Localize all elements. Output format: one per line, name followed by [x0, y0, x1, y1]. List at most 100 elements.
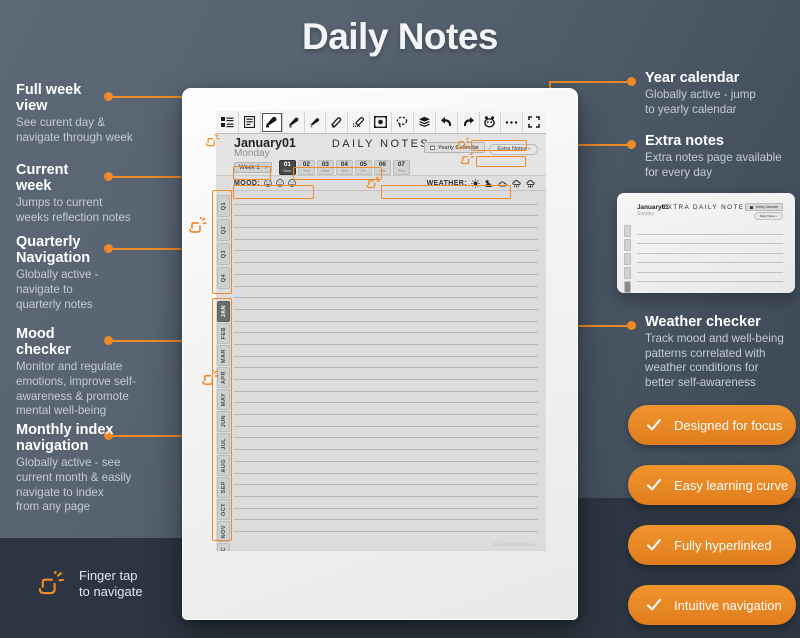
note-line[interactable]: [234, 380, 538, 392]
week-day-05[interactable]: 05 Fri: [354, 160, 372, 175]
feature-pill-designed-for-focus[interactable]: Designed for focus: [628, 405, 796, 445]
note-line[interactable]: [234, 322, 538, 334]
weather-group[interactable]: WEATHER:: [427, 178, 536, 188]
note-lines[interactable]: [234, 193, 538, 535]
mood-group[interactable]: MOOD:: [234, 179, 296, 187]
preview-tab-jan[interactable]: [624, 281, 631, 293]
week-next-icon[interactable]: ›: [265, 164, 267, 171]
quarter-tab-q2[interactable]: Q2: [217, 219, 230, 241]
month-tab-jul[interactable]: JUL: [217, 433, 230, 454]
note-line[interactable]: [234, 205, 538, 217]
note-line[interactable]: [234, 462, 538, 474]
week-day-01[interactable]: 01 Mon: [278, 160, 296, 175]
note-line[interactable]: [234, 415, 538, 427]
redo-icon[interactable]: [458, 111, 480, 133]
note-line[interactable]: [234, 403, 538, 416]
lasso-icon[interactable]: [392, 111, 414, 133]
eraser-icon[interactable]: [326, 111, 349, 133]
check-icon: [646, 598, 662, 611]
month-tab-mar[interactable]: MAR: [217, 345, 230, 366]
face-happy-icon[interactable]: [264, 179, 272, 187]
feature-pill-intuitive-navigation[interactable]: Intuitive navigation: [628, 585, 796, 625]
month-tab-oct[interactable]: OCT: [217, 499, 230, 520]
note-line[interactable]: [234, 438, 538, 451]
undo-icon[interactable]: [436, 111, 458, 133]
quarter-tabs[interactable]: Q1 Q2 Q3 Q4: [217, 195, 230, 289]
note-line[interactable]: [234, 485, 538, 497]
quarter-tab-q1[interactable]: Q1: [217, 195, 230, 217]
note-line[interactable]: [234, 497, 538, 509]
preview-tab-q3[interactable]: [624, 253, 631, 265]
week-chip[interactable]: Week 1 ›: [234, 161, 272, 173]
feature-pill-fully-hyperlinked[interactable]: Fully hyperlinked: [628, 525, 796, 565]
note-line[interactable]: [234, 263, 538, 275]
face-sad-icon[interactable]: [288, 179, 296, 187]
week-day-03[interactable]: 03 Wed: [316, 160, 334, 175]
month-tab-nov[interactable]: NOV: [217, 521, 230, 542]
select-frame-icon[interactable]: [370, 111, 392, 133]
layout-list-icon[interactable]: [217, 111, 239, 133]
note-line[interactable]: [234, 520, 538, 532]
preview-extra-notes-button[interactable]: Daily Notes ›: [753, 212, 783, 220]
month-tab-dec[interactable]: DEC: [217, 543, 230, 551]
month-tab-aug[interactable]: AUG: [217, 455, 230, 476]
drawing-toolbar[interactable]: [216, 111, 546, 134]
note-line[interactable]: [234, 333, 538, 345]
week-day-02[interactable]: 02 Tue: [297, 160, 315, 175]
week-day-07[interactable]: 07 Sun: [392, 160, 410, 175]
week-days-strip[interactable]: 01 Mon 02 Tue 03 Wed 04 Thu 05 Fri 06 Sat 07 Sun: [278, 160, 410, 175]
note-line[interactable]: [234, 509, 538, 521]
quarter-tab-q4[interactable]: Q4: [217, 267, 230, 289]
month-tab-feb[interactable]: FEB: [217, 323, 230, 344]
note-line[interactable]: [234, 357, 538, 369]
month-tab-sep[interactable]: SEP: [217, 477, 230, 498]
note-line[interactable]: [234, 450, 538, 462]
month-tab-jun[interactable]: JUN: [217, 411, 230, 432]
preview-yearly-calendar-button[interactable]: Yearly Calendar: [745, 203, 783, 211]
notes-body[interactable]: DailyNotesPlanner: [216, 191, 546, 549]
note-line[interactable]: [234, 474, 538, 486]
note-line[interactable]: [234, 275, 538, 287]
note-line[interactable]: [234, 287, 538, 299]
note-line[interactable]: [234, 251, 538, 264]
preview-tab-q2[interactable]: [624, 239, 631, 251]
pen-thin-icon[interactable]: [305, 111, 327, 133]
text-lines-icon[interactable]: [239, 111, 261, 133]
sun-icon[interactable]: [471, 178, 480, 188]
note-line[interactable]: [234, 228, 538, 240]
week-day-06[interactable]: 06 Sat: [373, 160, 391, 175]
note-line[interactable]: [234, 368, 538, 380]
preview-yearly-calendar-label: Yearly Calendar: [755, 205, 778, 209]
layers-icon[interactable]: [414, 111, 436, 133]
partly-cloudy-icon[interactable]: [484, 179, 494, 188]
note-line[interactable]: [234, 193, 538, 205]
face-neutral-icon[interactable]: [276, 179, 284, 187]
preview-tab-q1[interactable]: [624, 225, 631, 237]
shapes-icon[interactable]: [480, 111, 502, 133]
note-line[interactable]: [234, 240, 538, 252]
more-icon[interactable]: [501, 111, 524, 133]
cloud-icon[interactable]: [498, 179, 508, 187]
extra-notes-button[interactable]: Extra Notes ›: [489, 143, 538, 155]
preview-tab-q4[interactable]: [624, 267, 631, 279]
fullscreen-icon[interactable]: [523, 112, 545, 133]
note-line[interactable]: [234, 427, 538, 439]
week-navigation[interactable]: Week 1 › 01 Mon 02 Tue 03 Wed 04 Thu 05 Fri 06 Sat 0…: [234, 160, 410, 175]
note-line[interactable]: [234, 298, 538, 310]
note-line[interactable]: [234, 345, 538, 357]
note-line[interactable]: [234, 216, 538, 229]
quarter-tab-q3[interactable]: Q3: [217, 243, 230, 265]
feature-pill-easy-learning-curve[interactable]: Easy learning curve: [628, 465, 796, 505]
pen-thick-icon[interactable]: [260, 111, 283, 133]
pen-medium-icon[interactable]: [283, 111, 305, 133]
preview-side-tabs[interactable]: [624, 225, 631, 293]
eraser-area-icon[interactable]: [348, 111, 371, 133]
storm-icon[interactable]: [526, 179, 536, 188]
month-tab-may[interactable]: MAY: [217, 389, 230, 410]
note-line[interactable]: [234, 310, 538, 322]
rain-icon[interactable]: [512, 179, 522, 188]
note-line[interactable]: [234, 392, 538, 404]
week-day-04[interactable]: 04 Thu: [335, 160, 353, 175]
month-tab-jan[interactable]: JAN: [217, 301, 230, 322]
month-tabs[interactable]: JAN FEB MAR APR MAY JUN JUL AUG SEP OCT NOV DEC: [217, 301, 230, 551]
